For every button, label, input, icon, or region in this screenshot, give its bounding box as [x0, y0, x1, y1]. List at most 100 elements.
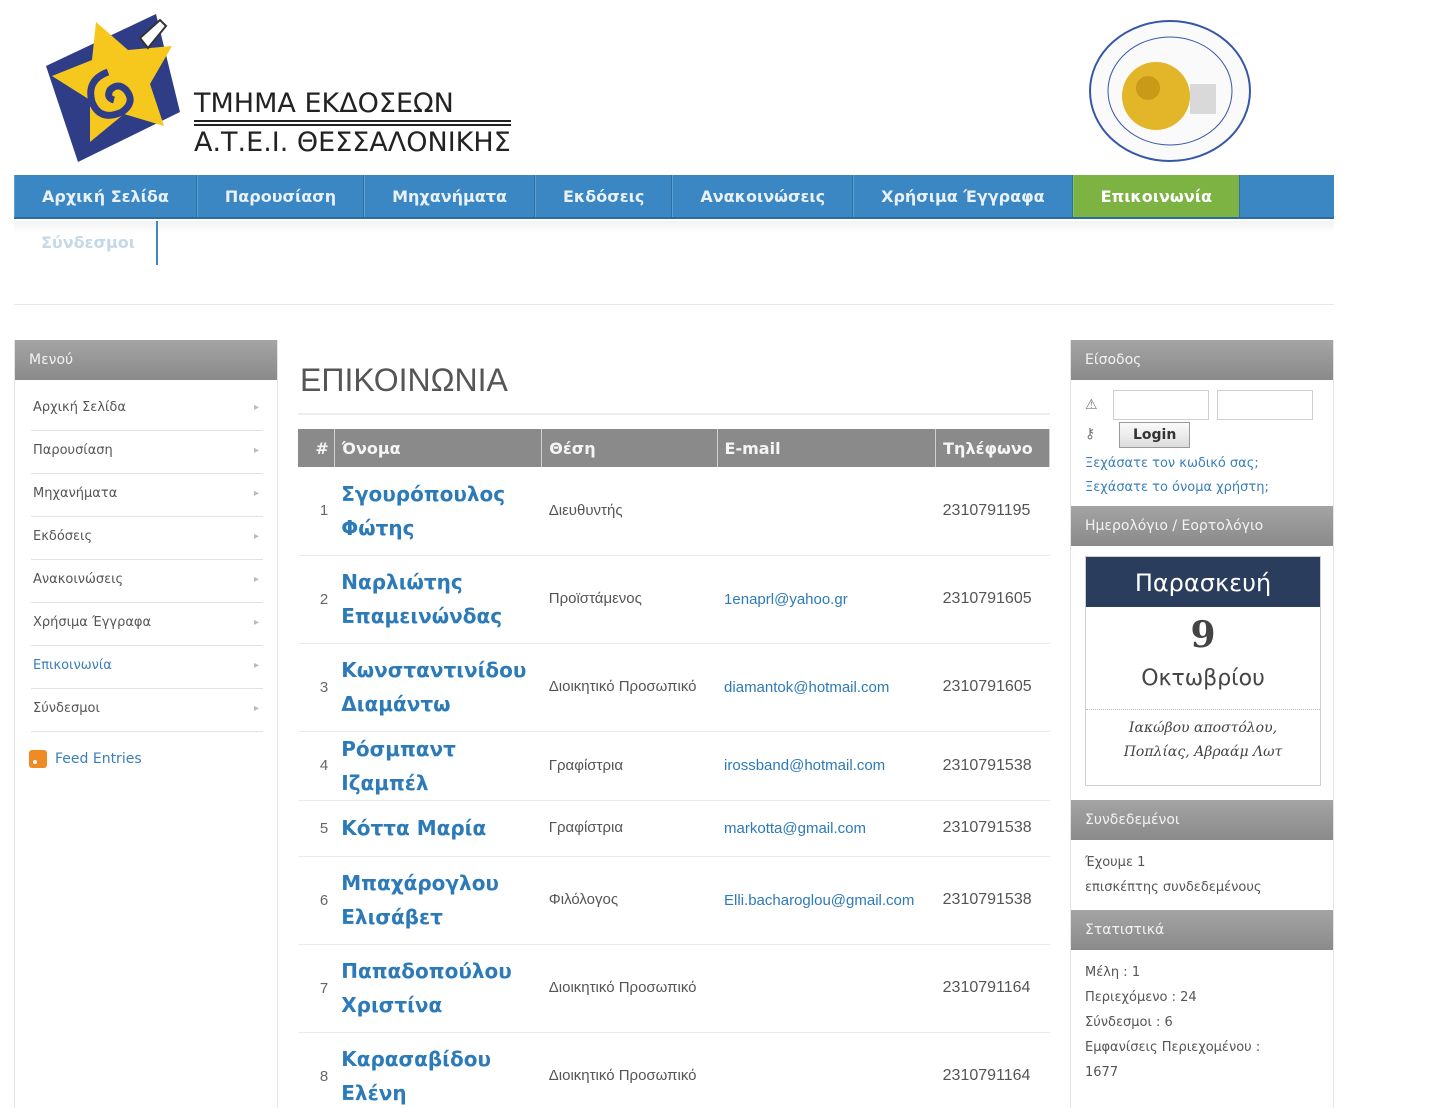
contact-name-link[interactable]: Ρόσμπαντ Ιζαμπέλ: [334, 731, 542, 801]
nav-machines[interactable]: Μηχανήματα: [364, 175, 535, 217]
menu-item-label: Ανακοινώσεις: [33, 572, 124, 587]
row-number: 4: [298, 731, 335, 801]
chevron-right-icon: ▸: [253, 445, 259, 456]
calendar-title: Ημερολόγιο / Εορτολόγιο: [1071, 506, 1333, 546]
menu-item-publications[interactable]: Εκδόσεις ▸: [31, 517, 263, 560]
col-position: Θέση: [541, 429, 718, 467]
contact-position: Διοικητικό Προσωπικό: [541, 643, 718, 732]
contact-position: Προϊστάμενος: [541, 555, 718, 644]
row-number: 6: [298, 856, 335, 945]
stats-views-label: Εμφανίσεις Περιεχομένου :: [1085, 1040, 1261, 1055]
nav-publications[interactable]: Εκδόσεις: [534, 175, 673, 217]
row-number: 2: [298, 555, 335, 644]
page-title: ΕΠΙΚΟΙΝΩΝΙΑ: [298, 340, 1050, 415]
contact-name-link[interactable]: Καρασαβίδου Ελένη: [334, 1032, 542, 1108]
stats-views-value: 1677: [1085, 1065, 1119, 1080]
forgot-username-link[interactable]: Ξεχάσατε το όνομα χρήστη;: [1085, 476, 1319, 500]
stats-info: Μέλη : 1 Περιεχόμενο : 24 Σύνδεσμοι : 6 …: [1071, 950, 1333, 1095]
site-title: ΤΜΗΜΑ ΕΚΔΟΣΕΩΝ Α.Τ.Ε.Ι. ΘΕΣΣΑΛΟΝΙΚΗΣ: [194, 88, 511, 160]
login-form: ⚠ ⚷ Login Ξεχάσατε τον κωδικό σας; Ξεχάσ…: [1071, 380, 1333, 500]
contact-name-link[interactable]: Κωνσταντινίδου Διαμάντω: [334, 643, 542, 732]
site-header: ΤΜΗΜΑ ΕΚΔΟΣΕΩΝ Α.Τ.Ε.Ι. ΘΕΣΣΑΛΟΝΙΚΗΣ: [0, 0, 1434, 175]
contacts-table: # Όνομα Θέση E-mail Τηλέφωνο 1 Σγουρόπου…: [298, 429, 1050, 1108]
contact-name-link[interactable]: Σγουρόπουλος Φώτης: [334, 467, 542, 556]
menu-item-label: Αρχική Σελίδα: [33, 400, 126, 415]
calendar-widget: Παρασκευή 9 Οκτωβρίου Ιακώβου αποστόλου,…: [1085, 556, 1321, 786]
contact-phone: 2310791605: [935, 643, 1050, 732]
university-seal-icon: [1089, 20, 1251, 162]
contact-position: Φιλόλογος: [541, 856, 718, 945]
row-number: 1: [298, 467, 335, 556]
stats-content: Περιεχόμενο : 24: [1085, 990, 1197, 1005]
feed-link[interactable]: Feed Entries: [29, 750, 277, 768]
nav-contact[interactable]: Επικοινωνία: [1072, 175, 1240, 217]
contact-phone: 2310791538: [935, 800, 1050, 857]
menu-item-label: Σύνδεσμοι: [33, 701, 100, 716]
online-info: Έχουμε 1 επισκέπτης συνδεδεμένους: [1071, 840, 1333, 910]
nav-documents[interactable]: Χρήσιμα Έγγραφα: [853, 175, 1073, 217]
password-input[interactable]: [1217, 390, 1313, 420]
subnav-links[interactable]: Σύνδεσμοι: [14, 221, 158, 265]
contact-email-link[interactable]: Elli.bacharoglou@gmail.com: [717, 856, 936, 945]
col-email: E-mail: [717, 429, 937, 467]
calendar-names-2: Ποπλίας, Αβραάμ Λωτ: [1123, 744, 1283, 760]
login-button[interactable]: Login: [1119, 422, 1191, 448]
nav-home[interactable]: Αρχική Σελίδα: [14, 175, 197, 217]
contact-email-link[interactable]: [717, 944, 936, 1033]
contact-email-link[interactable]: 1enaprl@yahoo.gr: [717, 555, 936, 644]
menu-item-label: Παρουσίαση: [33, 443, 113, 458]
contact-name-link[interactable]: Μπαχάρογλου Ελισάβετ: [334, 856, 542, 945]
table-row: 5 Κόττα Μαρία Γραφίστρια markotta@gmail.…: [298, 800, 1050, 857]
nav-presentation[interactable]: Παρουσίαση: [196, 175, 365, 217]
chevron-right-icon: ▸: [253, 531, 259, 542]
stats-members: Μέλη : 1: [1085, 965, 1141, 980]
contact-name-link[interactable]: Παπαδοπούλου Χριστίνα: [334, 944, 542, 1033]
main-navigation: Αρχική Σελίδα Παρουσίαση Μηχανήματα Εκδό…: [14, 175, 1334, 219]
nav-announcements[interactable]: Ανακοινώσεις: [672, 175, 854, 217]
stats-links: Σύνδεσμοι : 6: [1085, 1015, 1173, 1030]
contact-phone: 2310791164: [935, 1032, 1050, 1108]
contact-name-link[interactable]: Κόττα Μαρία: [334, 800, 542, 857]
menu-item-machines[interactable]: Μηχανήματα ▸: [31, 474, 263, 517]
row-number: 5: [298, 800, 335, 857]
calendar-day: Παρασκευή: [1086, 557, 1320, 607]
table-row: 8 Καρασαβίδου Ελένη Διοικητικό Προσωπικό…: [298, 1032, 1050, 1108]
menu-item-label: Μηχανήματα: [33, 486, 118, 501]
contact-position: Γραφίστρια: [541, 731, 718, 801]
contact-email-link[interactable]: [717, 467, 936, 556]
menu-item-home[interactable]: Αρχική Σελίδα ▸: [31, 388, 263, 431]
contact-phone: 2310791164: [935, 944, 1050, 1033]
menu-item-links[interactable]: Σύνδεσμοι ▸: [31, 689, 263, 732]
username-input[interactable]: [1113, 390, 1209, 420]
online-line-1: Έχουμε 1: [1085, 855, 1146, 870]
row-number: 7: [298, 944, 335, 1033]
chevron-right-icon: ▸: [253, 703, 259, 714]
site-title-line2: Α.Τ.Ε.Ι. ΘΕΣΣΑΛΟΝΙΚΗΣ: [194, 124, 511, 160]
stats-title: Στατιστικά: [1071, 910, 1333, 950]
contact-phone: 2310791195: [935, 467, 1050, 556]
menu-item-contact[interactable]: Επικοινωνία ▸: [31, 646, 263, 689]
menu-item-presentation[interactable]: Παρουσίαση ▸: [31, 431, 263, 474]
contact-position: Γραφίστρια: [541, 800, 718, 857]
user-icon: ⚠: [1085, 397, 1098, 413]
publications-logo-icon[interactable]: [44, 14, 182, 164]
calendar-date: 9: [1190, 614, 1216, 656]
contact-position: Διοικητικό Προσωπικό: [541, 944, 718, 1033]
left-sidebar: Μενού Αρχική Σελίδα ▸ Παρουσίαση ▸ Μηχανήμ…: [14, 340, 278, 1108]
contact-phone: 2310791538: [935, 856, 1050, 945]
table-row: 6 Μπαχάρογλου Ελισάβετ Φιλόλογος Elli.ba…: [298, 856, 1050, 945]
contact-email-link[interactable]: markotta@gmail.com: [717, 800, 936, 857]
contact-phone: 2310791605: [935, 555, 1050, 644]
site-title-line1: ΤΜΗΜΑ ΕΚΔΟΣΕΩΝ: [194, 88, 511, 122]
contact-name-link[interactable]: Ναρλιώτης Επαμεινώνδας: [334, 555, 542, 644]
contact-email-link[interactable]: [717, 1032, 936, 1108]
menu-item-announcements[interactable]: Ανακοινώσεις ▸: [31, 560, 263, 603]
table-row: 1 Σγουρόπουλος Φώτης Διευθυντής 23107911…: [298, 467, 1050, 556]
contact-email-link[interactable]: diamantok@hotmail.com: [717, 643, 936, 732]
menu-item-label: Χρήσιμα Έγγραφα: [33, 615, 152, 630]
contact-email-link[interactable]: irossband@hotmail.com: [717, 731, 936, 801]
col-name: Όνομα: [334, 429, 543, 467]
menu-item-documents[interactable]: Χρήσιμα Έγγραφα ▸: [31, 603, 263, 646]
forgot-password-link[interactable]: Ξεχάσατε τον κωδικό σας;: [1085, 452, 1319, 476]
contact-position: Διοικητικό Προσωπικό: [541, 1032, 718, 1108]
